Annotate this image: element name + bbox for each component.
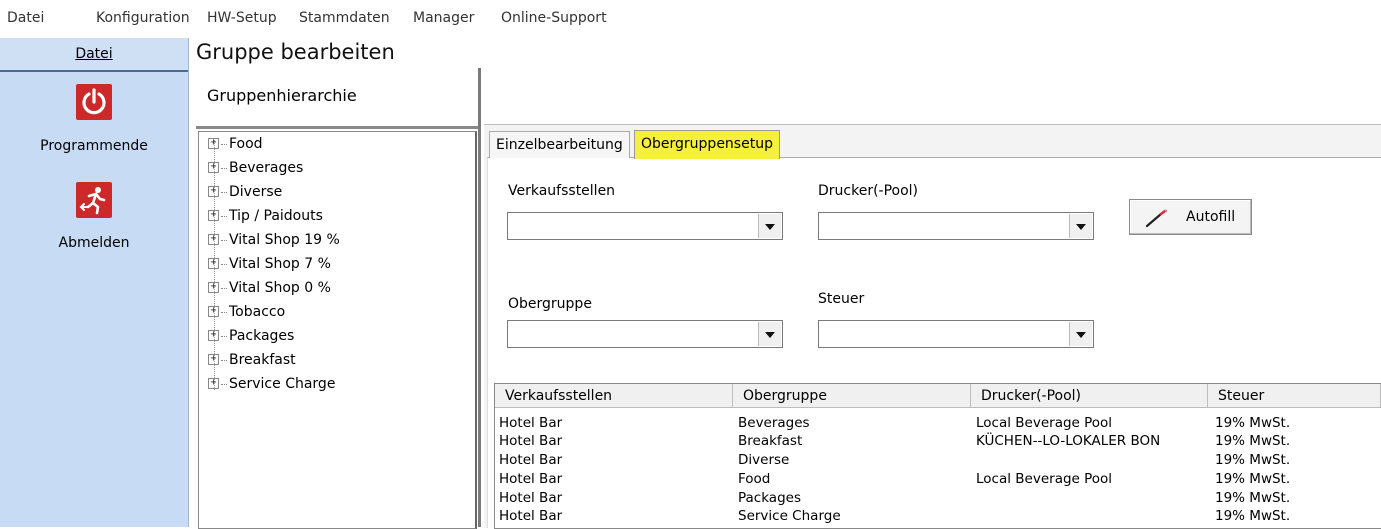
expand-icon[interactable]: + — [208, 209, 219, 221]
hierarchy-label: Gruppenhierarchie — [207, 86, 357, 105]
expand-icon[interactable]: + — [208, 137, 219, 149]
table-cell[interactable]: Hotel Bar — [499, 414, 562, 433]
table-cell[interactable]: Diverse — [738, 451, 789, 470]
obergruppe-select[interactable] — [507, 320, 783, 348]
sidebar-item-programmende[interactable]: Programmende — [0, 138, 188, 154]
verkaufsstellen-label: Verkaufsstellen — [508, 183, 616, 199]
expand-icon[interactable]: + — [208, 329, 219, 341]
magic-wand-icon — [1145, 209, 1168, 228]
steuer-label: Steuer — [818, 291, 865, 307]
tree-node-vital-shop-0[interactable]: + Vital Shop 0 % — [208, 280, 331, 302]
drucker-label: Drucker(-Pool) — [818, 183, 919, 199]
expand-icon[interactable]: + — [208, 233, 219, 245]
tree-node-tip-paidouts[interactable]: + Tip / Paidouts — [208, 208, 323, 230]
tree-node-diverse[interactable]: + Diverse — [208, 184, 282, 206]
menu-manager[interactable]: Manager — [413, 10, 474, 26]
exit-running-icon[interactable] — [76, 182, 112, 218]
hierarchy-divider — [196, 126, 478, 129]
obergruppe-label: Obergruppe — [508, 296, 592, 312]
table-cell[interactable]: Local Beverage Pool — [976, 470, 1112, 489]
expand-icon[interactable]: + — [208, 185, 219, 197]
column-header-obergruppe[interactable]: Obergruppe — [733, 384, 971, 408]
menu-bar: Datei Konfiguration HW-Setup Stammdaten … — [0, 0, 1381, 34]
tree-node-service-charge[interactable]: + Service Charge — [208, 376, 335, 398]
tree-node-vital-shop-7[interactable]: + Vital Shop 7 % — [208, 256, 331, 278]
chevron-down-icon[interactable] — [758, 214, 781, 238]
column-header-steuer[interactable]: Steuer — [1208, 384, 1381, 408]
sidebar-header-label: Datei — [75, 46, 113, 62]
table-cell[interactable]: Beverages — [738, 414, 810, 433]
table-cell[interactable]: Hotel Bar — [499, 470, 562, 489]
table-cell[interactable]: Hotel Bar — [499, 432, 562, 451]
tree-node-food[interactable]: + Food — [208, 136, 263, 158]
steuer-select[interactable] — [818, 320, 1094, 348]
table-cell[interactable]: Hotel Bar — [499, 507, 562, 526]
tree-node-vital-shop-19[interactable]: + Vital Shop 19 % — [208, 232, 340, 254]
table-cell[interactable]: 19% MwSt. — [1215, 470, 1290, 489]
autofill-button[interactable]: Autofill — [1129, 199, 1252, 235]
table-cell[interactable]: Breakfast — [738, 432, 802, 451]
table-cell[interactable]: Local Beverage Pool — [976, 414, 1112, 433]
verkaufsstellen-select[interactable] — [507, 212, 783, 240]
expand-icon[interactable]: + — [208, 353, 219, 365]
chevron-down-icon[interactable] — [1069, 214, 1092, 238]
menu-hw-setup[interactable]: HW-Setup — [207, 10, 277, 26]
tree-node-beverages[interactable]: + Beverages — [208, 160, 303, 182]
table-cell[interactable]: Hotel Bar — [499, 489, 562, 508]
tree-node-tobacco[interactable]: + Tobacco — [208, 304, 285, 326]
expand-icon[interactable]: + — [208, 161, 219, 173]
table-cell[interactable]: Service Charge — [738, 507, 841, 526]
table-cell[interactable]: KÜCHEN--LO-LOKALER BON — [976, 432, 1160, 451]
tab-einzelbearbeitung[interactable]: Einzelbearbeitung — [489, 131, 630, 158]
expand-icon[interactable]: + — [208, 257, 219, 269]
table-cell[interactable]: 19% MwSt. — [1215, 451, 1290, 470]
sidebar-header[interactable]: Datei — [0, 38, 188, 72]
chevron-down-icon[interactable] — [1069, 322, 1092, 346]
tab-obergruppensetup[interactable]: Obergruppensetup — [634, 130, 780, 159]
page-title: Gruppe bearbeiten — [196, 40, 395, 64]
column-header-verkaufsstellen[interactable]: Verkaufsstellen — [495, 384, 733, 408]
table-cell[interactable]: 19% MwSt. — [1215, 489, 1290, 508]
table-cell[interactable]: 19% MwSt. — [1215, 432, 1290, 451]
splitter-vertical[interactable] — [478, 68, 481, 527]
table-cell[interactable]: Food — [738, 470, 770, 489]
tree-node-breakfast[interactable]: + Breakfast — [208, 352, 296, 374]
table-cell[interactable]: Packages — [738, 489, 801, 508]
chevron-down-icon[interactable] — [758, 322, 781, 346]
expand-icon[interactable]: + — [208, 305, 219, 317]
table-cell[interactable]: 19% MwSt. — [1215, 414, 1290, 433]
menu-datei[interactable]: Datei — [7, 10, 44, 26]
expand-icon[interactable]: + — [208, 377, 219, 389]
menu-stammdaten[interactable]: Stammdaten — [299, 10, 390, 26]
expand-icon[interactable]: + — [208, 281, 219, 293]
menu-online-support[interactable]: Online-Support — [501, 10, 607, 26]
menu-konfiguration[interactable]: Konfiguration — [96, 10, 190, 26]
table-cell[interactable]: Hotel Bar — [499, 451, 562, 470]
power-icon[interactable] — [76, 84, 112, 120]
drucker-select[interactable] — [818, 212, 1094, 240]
column-header-drucker[interactable]: Drucker(-Pool) — [971, 384, 1208, 408]
sidebar-item-abmelden[interactable]: Abmelden — [0, 235, 188, 251]
table-cell[interactable]: 19% MwSt. — [1215, 507, 1290, 526]
autofill-label: Autofill — [1186, 209, 1236, 225]
tree-node-packages[interactable]: + Packages — [208, 328, 294, 350]
